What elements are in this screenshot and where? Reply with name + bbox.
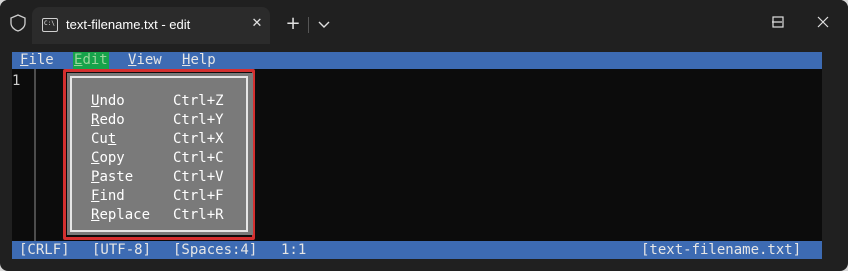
menu-help-rest: elp <box>190 52 216 68</box>
shortcut-label: Ctrl+C <box>173 150 224 166</box>
menu-edit-rest: dit <box>82 52 108 68</box>
label-rest: ndo <box>99 93 125 109</box>
label-rest: eplace <box>99 207 151 223</box>
shield-icon <box>10 14 26 32</box>
status-cursor-position: 1:1 <box>281 242 307 258</box>
menu-help[interactable]: Help <box>181 52 217 69</box>
title-bar: C:\ text-filename.txt - edit ✕ + <box>0 0 848 44</box>
label-rest: opy <box>99 150 125 166</box>
edit-menu-dropdown: Undo Ctrl+Z Redo Ctrl+Y Cut Ctrl+X Copy … <box>67 73 253 235</box>
shortcut-label: Ctrl+F <box>173 188 224 204</box>
menu-bar: File Edit View Help <box>12 52 822 69</box>
shortcut-label: Ctrl+R <box>173 207 224 223</box>
new-tab-button[interactable]: + <box>278 12 308 38</box>
status-line-ending[interactable]: [CRLF] <box>19 241 70 259</box>
menu-item-label: Copy <box>91 149 125 168</box>
accel-key: t <box>107 131 117 147</box>
menu-view[interactable]: View <box>127 52 163 69</box>
line-number: 1 <box>12 73 21 89</box>
menu-item-paste[interactable]: Paste Ctrl+V <box>72 168 246 187</box>
new-tab-group: + <box>278 12 340 38</box>
label-rest: ind <box>99 188 125 204</box>
status-filename: [text-filename.txt] <box>641 242 802 258</box>
menu-item-label: Find <box>91 187 125 206</box>
terminal-icon: C:\ <box>42 18 58 32</box>
menu-item-label: Cut <box>91 130 116 149</box>
edit-menu-frame: Undo Ctrl+Z Redo Ctrl+Y Cut Ctrl+X Copy … <box>70 76 248 232</box>
shortcut-label: Ctrl+V <box>173 169 224 185</box>
close-window-icon[interactable] <box>800 9 846 35</box>
menu-item-label: Undo <box>91 92 125 111</box>
shortcut-label: Ctrl+Z <box>173 93 224 109</box>
menu-file-rest: ile <box>28 52 54 68</box>
menu-item-redo[interactable]: Redo Ctrl+Y <box>72 111 246 130</box>
status-bar: [CRLF] [UTF-8] [Spaces:4] 1:1 [text-file… <box>12 241 822 259</box>
label-rest: aste <box>99 169 134 185</box>
menu-item-copy[interactable]: Copy Ctrl+C <box>72 149 246 168</box>
shortcut-label: Ctrl+Y <box>173 112 224 128</box>
shortcut-label: Ctrl+X <box>173 131 224 147</box>
status-encoding[interactable]: [UTF-8] <box>92 241 151 259</box>
chevron-down-icon[interactable] <box>309 12 339 38</box>
menu-item-cut[interactable]: Cut Ctrl+X <box>72 130 246 149</box>
menu-item-label: Replace <box>91 206 150 225</box>
maximize-icon[interactable] <box>755 9 801 35</box>
label-rest: edo <box>99 112 125 128</box>
tab-title: text-filename.txt - edit <box>66 17 191 32</box>
menu-item-find[interactable]: Find Ctrl+F <box>72 187 246 206</box>
gutter-divider <box>34 69 36 241</box>
menu-view-rest: iew <box>136 52 162 68</box>
tab-terminal[interactable]: C:\ text-filename.txt - edit ✕ <box>32 7 270 44</box>
menu-item-undo[interactable]: Undo Ctrl+Z <box>72 92 246 111</box>
terminal-window: C:\ text-filename.txt - edit ✕ + File Ed… <box>0 0 848 271</box>
menu-item-label: Paste <box>91 168 133 187</box>
menu-file[interactable]: File <box>19 52 55 69</box>
menu-edit[interactable]: Edit <box>73 52 109 69</box>
status-indent[interactable]: [Spaces:4] <box>173 241 257 259</box>
close-tab-icon[interactable]: ✕ <box>250 16 264 32</box>
menu-item-label: Redo <box>91 111 125 130</box>
menu-item-replace[interactable]: Replace Ctrl+R <box>72 206 246 225</box>
label-pre: Cu <box>91 131 108 147</box>
